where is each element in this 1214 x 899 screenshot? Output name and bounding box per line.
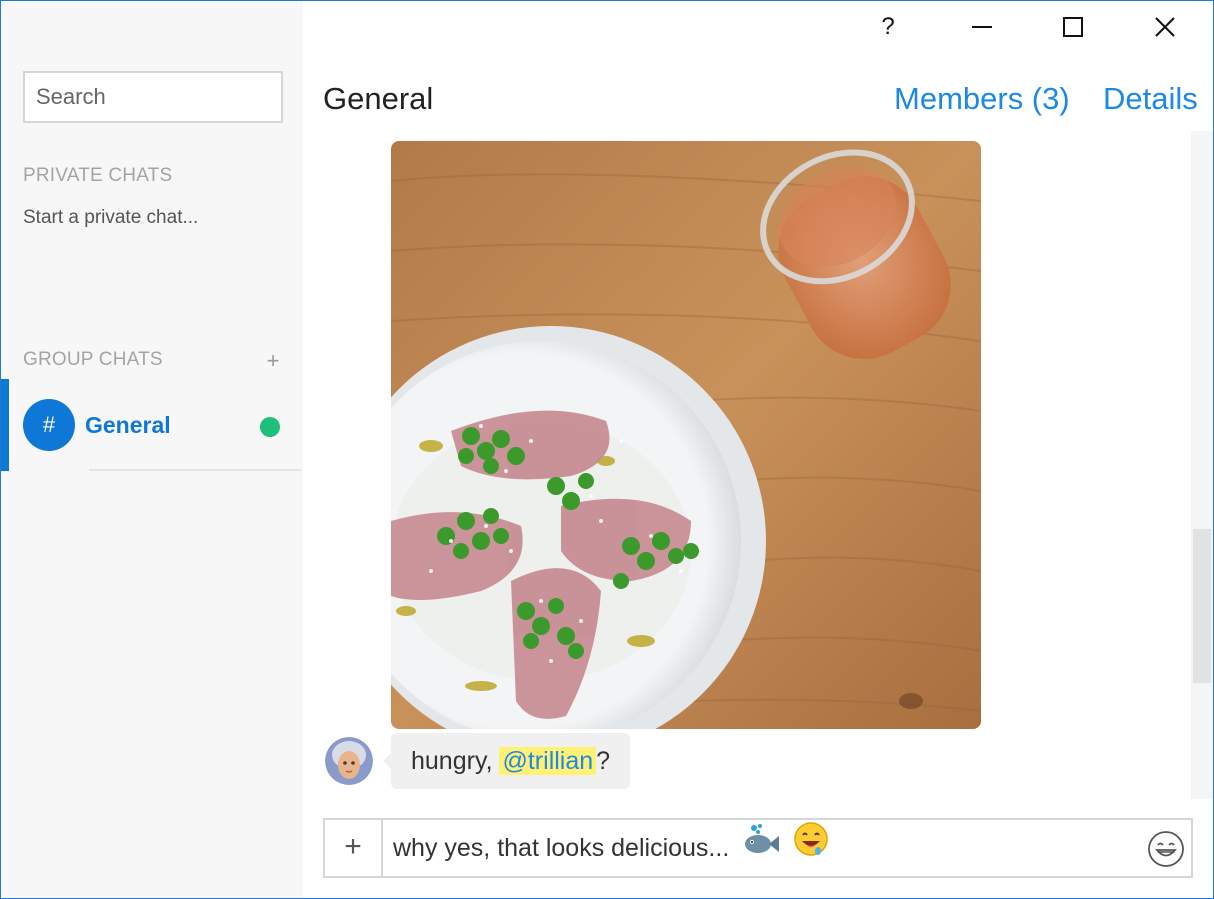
help-button[interactable]: ? <box>853 1 923 53</box>
group-chats-heading: GROUP CHATS <box>23 349 163 370</box>
close-icon <box>1155 17 1175 37</box>
add-group-chat-button[interactable]: + <box>263 349 283 373</box>
sidebar: PRIVATE CHATS Start a private chat... GR… <box>1 1 303 898</box>
food-photo-image <box>391 141 981 729</box>
minimize-button[interactable] <box>947 1 1017 53</box>
details-link[interactable]: Details <box>1103 81 1198 117</box>
message-scrollbar[interactable] <box>1191 131 1213 799</box>
minimize-icon <box>972 26 992 28</box>
sidebar-item-label: General <box>85 412 171 438</box>
message-text: hungry, <box>411 747 500 775</box>
start-private-chat-link[interactable]: Start a private chat... <box>23 207 198 229</box>
message-input-text: why yes, that looks delicious... <box>393 834 730 862</box>
drooling-face-emoji-icon <box>793 821 829 877</box>
message-input[interactable]: why yes, that looks delicious... <box>393 820 829 876</box>
divider <box>89 469 301 471</box>
fish-emoji-icon <box>742 821 780 877</box>
maximize-icon <box>1063 17 1083 37</box>
attach-button[interactable]: + <box>325 820 383 876</box>
close-button[interactable] <box>1130 1 1200 53</box>
message-text-end: ? <box>596 747 611 775</box>
user-avatar-image <box>325 737 373 785</box>
emoji-picker-button[interactable] <box>1147 830 1185 868</box>
scrollbar-thumb[interactable] <box>1193 529 1211 683</box>
channel-hash-icon: # <box>23 399 75 451</box>
mention-link[interactable]: @trillian <box>499 747 597 775</box>
shared-food-photo[interactable] <box>391 141 981 729</box>
smiley-icon <box>1148 831 1184 867</box>
message-list <box>303 131 1191 799</box>
online-status-dot <box>260 417 280 437</box>
private-chats-heading: PRIVATE CHATS <box>23 165 173 186</box>
app-window: PRIVATE CHATS Start a private chat... GR… <box>0 0 1214 899</box>
members-link[interactable]: Members (3) <box>894 81 1070 117</box>
selected-indicator <box>1 379 9 471</box>
bubble-tail <box>383 753 391 769</box>
search-input[interactable] <box>23 71 283 123</box>
channel-title: General <box>323 81 434 116</box>
maximize-button[interactable] <box>1038 1 1108 53</box>
avatar[interactable] <box>325 737 373 785</box>
sidebar-item-general[interactable]: # General <box>1 379 303 471</box>
message-composer: + why yes, that looks delicious... <box>323 818 1193 878</box>
message-bubble: hungry, @trillian? <box>391 733 631 789</box>
